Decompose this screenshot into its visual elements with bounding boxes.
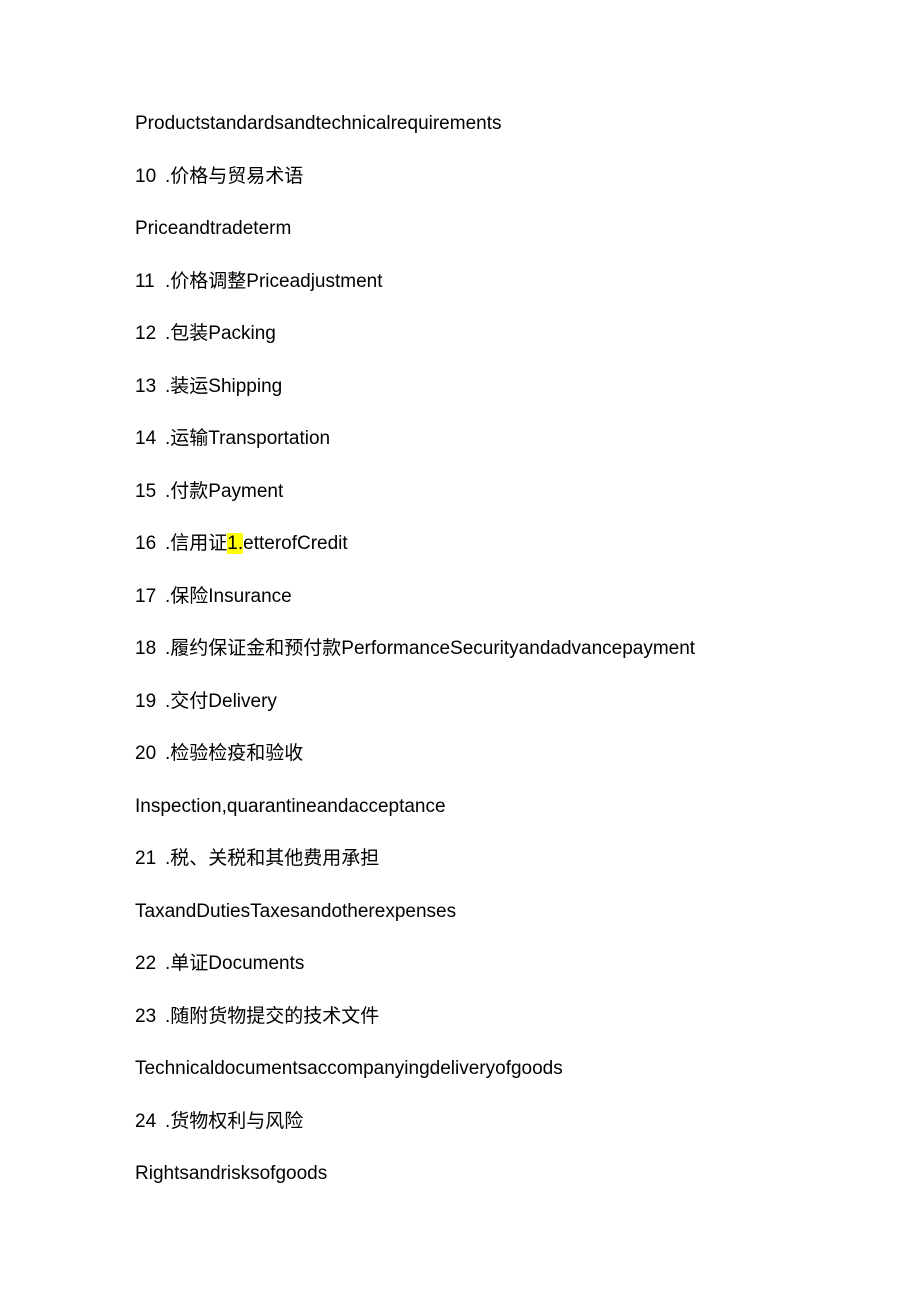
- item-number: 24: [135, 1108, 165, 1137]
- item-text: .价格调整Priceadjustment: [165, 271, 383, 292]
- list-item: 13.装运Shipping: [135, 373, 785, 402]
- list-item: 22.单证Documents: [135, 950, 785, 979]
- item-number: 12: [135, 320, 165, 349]
- item-text: .随附货物提交的技术文件: [165, 1006, 379, 1027]
- item-text: .运输Transportation: [165, 428, 330, 449]
- item-text: .保险Insurance: [165, 586, 292, 607]
- item-text: .包装Packing: [165, 323, 276, 344]
- item-text: .税、关税和其他费用承担: [165, 848, 379, 869]
- item-number: 22: [135, 950, 165, 979]
- list-item: 11.价格调整Priceadjustment: [135, 268, 785, 297]
- item-number: 18: [135, 635, 165, 664]
- item-text: .交付Delivery: [165, 691, 277, 712]
- item-text: .货物权利与风险: [165, 1111, 303, 1132]
- highlighted-text: 1.: [227, 533, 243, 554]
- item-text-pre: .信用证: [165, 533, 227, 554]
- item-number: 14: [135, 425, 165, 454]
- list-item: 12.包装Packing: [135, 320, 785, 349]
- list-item: 17.保险Insurance: [135, 583, 785, 612]
- text-line: Priceandtradeterm: [135, 215, 785, 244]
- list-item: 15.付款Payment: [135, 478, 785, 507]
- text-line: TaxandDutiesTaxesandotherexpenses: [135, 898, 785, 927]
- item-text: .付款Payment: [165, 481, 283, 502]
- list-item: 18.履约保证金和预付款PerformanceSecurityandadvanc…: [135, 635, 785, 664]
- item-number: 11: [135, 268, 165, 297]
- item-text: .检验检疫和验收: [165, 743, 303, 764]
- list-item: 23.随附货物提交的技术文件: [135, 1003, 785, 1032]
- list-item: 16.信用证1.etterofCredit: [135, 530, 785, 559]
- list-item: 19.交付Delivery: [135, 688, 785, 717]
- list-item: 14.运输Transportation: [135, 425, 785, 454]
- item-text: .履约保证金和预付款PerformanceSecurityandadvancep…: [165, 638, 695, 659]
- item-number: 10: [135, 163, 165, 192]
- item-text: .装运Shipping: [165, 376, 282, 397]
- item-number: 21: [135, 845, 165, 874]
- item-text-post: etterofCredit: [243, 533, 348, 554]
- list-item: 20.检验检疫和验收: [135, 740, 785, 769]
- item-text: .单证Documents: [165, 953, 304, 974]
- item-number: 15: [135, 478, 165, 507]
- text-line: Rightsandrisksofgoods: [135, 1160, 785, 1189]
- text-line: Technicaldocumentsaccompanyingdeliveryof…: [135, 1055, 785, 1084]
- item-text: .价格与贸易术语: [165, 166, 303, 187]
- list-item: 21.税、关税和其他费用承担: [135, 845, 785, 874]
- text-line: Productstandardsandtechnicalrequirements: [135, 110, 785, 139]
- text-line: Inspection,quarantineandacceptance: [135, 793, 785, 822]
- item-number: 19: [135, 688, 165, 717]
- list-item: 24.货物权利与风险: [135, 1108, 785, 1137]
- item-number: 13: [135, 373, 165, 402]
- item-number: 17: [135, 583, 165, 612]
- item-number: 23: [135, 1003, 165, 1032]
- list-item: 10.价格与贸易术语: [135, 163, 785, 192]
- item-number: 16: [135, 530, 165, 559]
- item-number: 20: [135, 740, 165, 769]
